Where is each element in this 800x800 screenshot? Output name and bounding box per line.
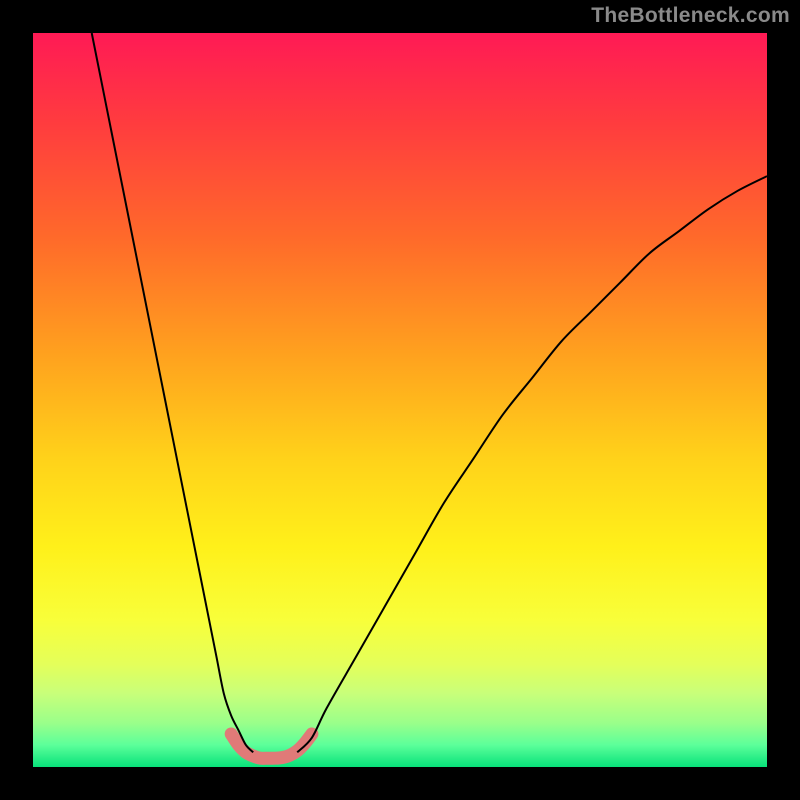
bottleneck-curve-left: [92, 33, 253, 752]
curve-overlay: [0, 0, 800, 800]
chart-frame: TheBottleneck.com: [0, 0, 800, 800]
bottleneck-curve-right: [297, 176, 767, 752]
trough-highlight: [231, 734, 312, 758]
